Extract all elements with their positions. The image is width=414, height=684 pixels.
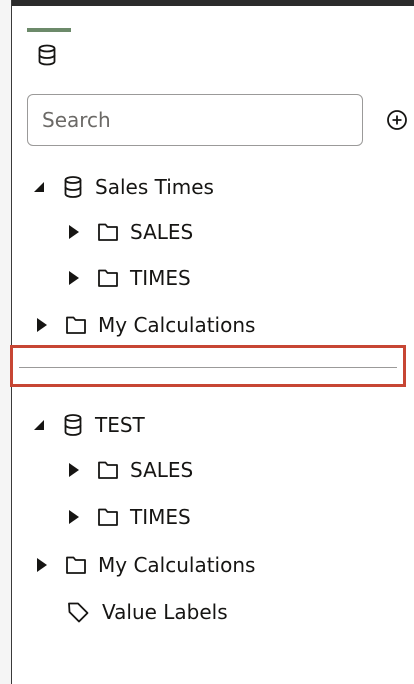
highlighted-divider <box>10 345 406 387</box>
folder-icon <box>66 556 86 574</box>
folder-icon <box>98 269 118 287</box>
tree-item-my-calculations[interactable]: My Calculations <box>34 308 255 342</box>
active-tab-indicator <box>27 28 71 32</box>
folder-icon <box>98 461 118 479</box>
triangle-down-icon[interactable] <box>31 417 47 433</box>
tag-icon <box>68 602 89 623</box>
triangle-right-icon[interactable] <box>66 462 82 478</box>
divider <box>19 367 397 368</box>
tree-item-label: TIMES <box>130 266 191 290</box>
tree-item-label: Value Labels <box>102 600 228 624</box>
search-input[interactable] <box>28 95 362 145</box>
folder-icon <box>98 223 118 241</box>
add-circle-icon[interactable] <box>385 108 409 132</box>
window-left-border <box>0 0 12 684</box>
folder-icon <box>66 316 86 334</box>
tree-item-label: TIMES <box>130 505 191 529</box>
triangle-right-icon[interactable] <box>66 270 82 286</box>
triangle-right-icon[interactable] <box>66 224 82 240</box>
database-icon <box>64 414 82 436</box>
tree-item-label: TEST <box>95 413 145 437</box>
triangle-right-icon[interactable] <box>34 557 50 573</box>
triangle-down-icon[interactable] <box>31 179 47 195</box>
tree-item-label: SALES <box>130 220 194 244</box>
tree-item-label: SALES <box>130 458 194 482</box>
tree-item-sales-times[interactable]: Sales Times <box>31 170 214 204</box>
triangle-right-icon[interactable] <box>66 509 82 525</box>
database-icon <box>64 176 82 198</box>
tree-item-my-calculations[interactable]: My Calculations <box>34 548 255 582</box>
database-icon[interactable] <box>37 44 57 66</box>
tree-item-label: My Calculations <box>98 553 256 577</box>
tree-item-sales[interactable]: SALES <box>66 453 193 487</box>
tree-item-times[interactable]: TIMES <box>66 261 191 295</box>
tree-item-test[interactable]: TEST <box>31 408 145 442</box>
tree-item-label: My Calculations <box>98 313 256 337</box>
folder-icon <box>98 508 118 526</box>
tree-item-sales[interactable]: SALES <box>66 215 193 249</box>
tree-item-times[interactable]: TIMES <box>66 500 191 534</box>
window-top-border <box>0 0 414 6</box>
tree-item-value-labels[interactable]: Value Labels <box>66 595 228 629</box>
tree-item-label: Sales Times <box>95 175 214 199</box>
search-field[interactable] <box>27 94 363 146</box>
triangle-right-icon[interactable] <box>34 317 50 333</box>
